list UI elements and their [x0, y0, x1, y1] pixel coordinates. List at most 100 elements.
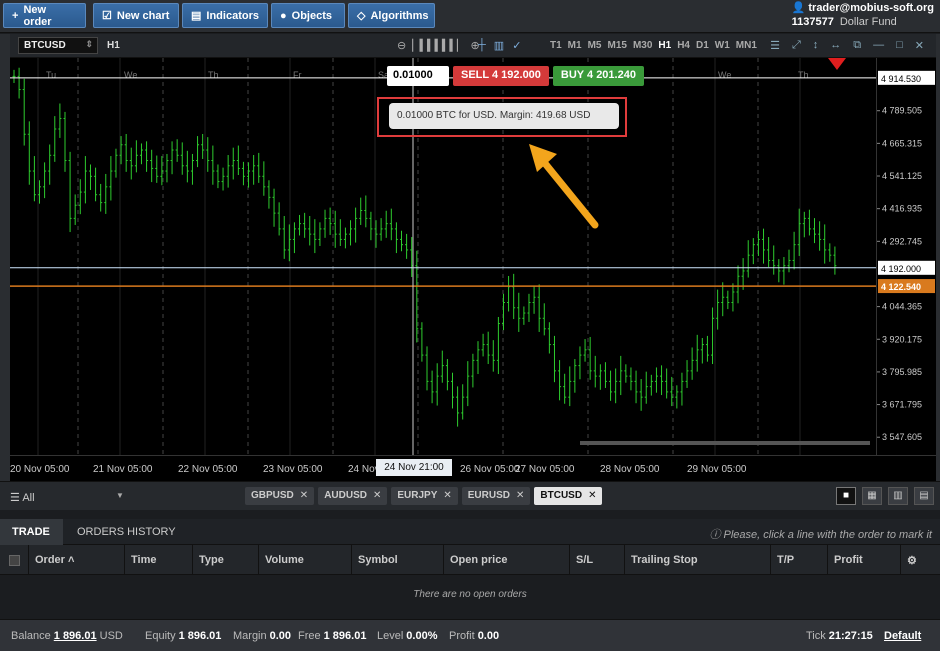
algorithms-button[interactable]: ◇ Algorithms: [348, 3, 435, 28]
new-order-button[interactable]: + New order: [3, 3, 86, 28]
account-number: 1137577: [791, 16, 834, 28]
price-tick-label: 4 292.745: [882, 236, 922, 246]
timeframe-m1[interactable]: M1: [568, 40, 582, 51]
symbol-tabs-bar: ☰ All ▼ GBPUSD ✕ AUDUSD ✕ EURJPY ✕ EURUSD ✕ BTCU…: [0, 481, 940, 510]
zoom-control: ⊖ ▏▍▍▍▍▍▏ ⊕: [397, 39, 480, 52]
timeframe-h4[interactable]: H4: [677, 40, 690, 51]
settings-lines-icon[interactable]: ☰: [770, 39, 780, 52]
layout-single-icon[interactable]: ■: [836, 487, 856, 505]
symbol-filter-dropdown[interactable]: ☰ All ▼: [10, 491, 124, 504]
list-icon: ☰: [10, 492, 20, 504]
balance-status: Balance 1 896.01 USD: [11, 630, 123, 642]
price-tick-label: 3 547.605: [882, 432, 922, 442]
symbol-tab-gbpusd[interactable]: GBPUSD ✕: [245, 487, 315, 505]
column-volume[interactable]: Volume: [258, 545, 351, 575]
detach-window-icon[interactable]: ⧉: [853, 39, 861, 52]
buy-button[interactable]: BUY 4 201.240: [552, 66, 644, 86]
equity-status: Equity 1 896.01: [145, 630, 222, 642]
plus-icon: +: [12, 9, 19, 22]
chart-type-tools: ┼ ▥ ✓: [478, 39, 521, 52]
zoom-scale-icon: ▏▍▍▍▍▍▏: [412, 40, 465, 52]
select-all-checkbox[interactable]: [9, 555, 20, 566]
balance-value[interactable]: 1 896.01: [54, 630, 97, 642]
column-type[interactable]: Type: [192, 545, 258, 575]
chart-icon: ☑: [102, 10, 112, 22]
objects-button[interactable]: ● Objects: [271, 3, 345, 28]
layout-grid-icon[interactable]: ▦: [862, 487, 882, 505]
status-bar: Balance 1 896.01 USD Equity 1 896.01 Margi…: [0, 619, 940, 651]
time-axis-svg: 20 Nov 05:00 21 Nov 05:00 22 Nov 05:00 23 N…: [10, 464, 747, 475]
algorithms-icon: ◇: [357, 10, 366, 22]
close-tab-icon[interactable]: ✕: [373, 490, 381, 502]
objects-icon: ●: [280, 9, 287, 22]
buy-price: 4 201.240: [587, 69, 636, 81]
tab-trade[interactable]: TRADE: [0, 519, 63, 545]
symbol-tab-eurusd[interactable]: EURUSD ✕: [461, 487, 531, 505]
symbol-tab-btcusd[interactable]: BTCUSD ✕: [534, 487, 603, 505]
layout-buttons: ■ ▦ ▥ ▤: [836, 487, 934, 505]
day-label: Tu: [46, 70, 56, 80]
column-open-price[interactable]: Open price: [443, 545, 569, 575]
column-s-l[interactable]: S/L: [569, 545, 624, 575]
resize-diagonal-icon[interactable]: ⤢: [792, 39, 801, 52]
pointer-arrow-icon: [529, 144, 599, 229]
account-info[interactable]: 👤 trader@mobius-soft.org 1137577 Dollar F…: [792, 1, 934, 28]
buy-label: BUY: [560, 69, 584, 81]
time-tick-label: 23 Nov 05:00: [263, 464, 323, 475]
timeframe-m5[interactable]: M5: [588, 40, 602, 51]
symbol-tab-label: GBPUSD: [251, 490, 294, 501]
shift-marker-icon[interactable]: [828, 58, 846, 70]
close-tab-icon[interactable]: ✕: [516, 490, 524, 502]
close-icon[interactable]: ✕: [915, 39, 924, 52]
candle-chart-icon[interactable]: ▥: [494, 39, 504, 52]
layout-rows-icon[interactable]: ▤: [914, 487, 934, 505]
column-trailing-stop[interactable]: Trailing Stop: [624, 545, 770, 575]
timeframe-label: H1: [107, 40, 120, 51]
column-order[interactable]: Order ˄: [28, 545, 124, 575]
time-axis[interactable]: 20 Nov 05:00 21 Nov 05:00 22 Nov 05:00 23 N…: [10, 455, 936, 481]
tab-orders-history[interactable]: ORDERS HISTORY: [65, 519, 188, 545]
price-axis[interactable]: 4 914.530 4 789.505 4 665.315 4 541.125 4 41…: [876, 58, 936, 455]
sell-button[interactable]: SELL 4 192.000: [453, 66, 549, 86]
column-symbol[interactable]: Symbol: [351, 545, 443, 575]
resize-horizontal-icon[interactable]: ↔: [830, 39, 841, 52]
timeframe-m15[interactable]: M15: [607, 40, 626, 51]
minimize-icon[interactable]: —: [873, 39, 884, 52]
new-chart-button[interactable]: ☑ New chart: [93, 3, 179, 28]
line-chart-icon[interactable]: ✓: [512, 39, 521, 52]
symbol-tab-eurjpy[interactable]: EURJPY ✕: [391, 487, 458, 505]
symbol-select[interactable]: BTCUSD ⇕: [18, 37, 98, 54]
timeframe-d1[interactable]: D1: [696, 40, 709, 51]
maximize-icon[interactable]: □: [896, 39, 903, 52]
layout-columns-icon[interactable]: ▥: [888, 487, 908, 505]
timeframe-w1[interactable]: W1: [715, 40, 730, 51]
timeframe-m30[interactable]: M30: [633, 40, 652, 51]
timeframe-h1[interactable]: H1: [658, 40, 671, 51]
free-status: Free 1 896.01: [298, 630, 367, 642]
timeframe-t1[interactable]: T1: [550, 40, 562, 51]
profile-select[interactable]: Default: [881, 630, 921, 642]
orders-table-header: Order ˄ Time Type Volume Symbol Open price S/L…: [0, 545, 940, 575]
day-label: Fr: [293, 70, 302, 80]
close-tab-icon[interactable]: ✕: [300, 490, 308, 502]
trade-panel-tabs: TRADE ORDERS HISTORY ⓘ Please, click a l…: [0, 519, 940, 545]
resize-vertical-icon[interactable]: ↕: [813, 39, 819, 52]
close-tab-icon[interactable]: ✕: [588, 490, 596, 502]
zoom-out-icon[interactable]: ⊖: [397, 39, 406, 52]
day-label: We: [124, 70, 137, 80]
chart-scrollbar[interactable]: [580, 441, 870, 445]
table-settings-gear-icon[interactable]: ⚙: [900, 545, 940, 575]
column-t-p[interactable]: T/P: [770, 545, 827, 575]
timeframe-mn1[interactable]: MN1: [736, 40, 757, 51]
bar-chart-icon[interactable]: ┼: [478, 39, 486, 52]
left-collapse-handle[interactable]: [0, 34, 10, 481]
column-profit[interactable]: Profit: [827, 545, 900, 575]
symbol-tab-audusd[interactable]: AUDUSD ✕: [318, 487, 388, 505]
indicators-button[interactable]: ▤ Indicators: [182, 3, 268, 28]
crosshair-time-label: 24 Nov 21:00: [376, 459, 452, 476]
close-tab-icon[interactable]: ✕: [443, 490, 451, 502]
quantity-input[interactable]: 0.01000: [387, 66, 449, 86]
margin-tooltip: 0.01000 BTC for USD. Margin: 419.68 USD: [389, 103, 619, 129]
price-tick-label: 4 789.505: [882, 106, 922, 116]
column-time[interactable]: Time: [124, 545, 192, 575]
